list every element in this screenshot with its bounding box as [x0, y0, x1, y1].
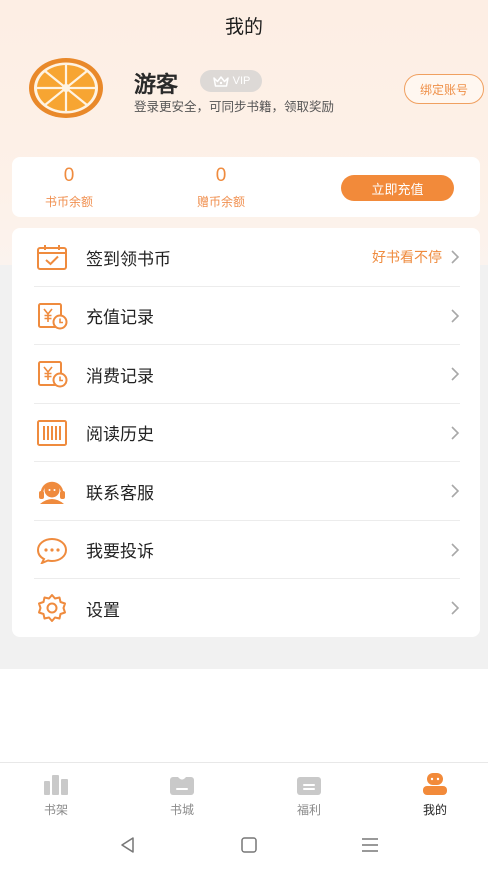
menu-item-label: 阅读历史: [86, 425, 154, 446]
coin-balance-value: 0: [63, 165, 75, 186]
chevron-right-icon: [451, 309, 460, 323]
back-triangle-icon[interactable]: [117, 834, 139, 856]
chat-bubble-icon: [34, 534, 70, 566]
tab-label: 福利: [296, 803, 321, 817]
headset-icon: [34, 475, 70, 507]
menu-list: 签到领书币 好书看不停 充值记录 消费记录 阅读历史 联系客服 我要投诉 设置: [12, 228, 480, 637]
menu-lines-icon[interactable]: [359, 834, 381, 856]
chevron-right-icon: [451, 250, 460, 264]
bottom-tab-bar: 书架 书城 福利 我的: [0, 762, 488, 822]
coin-balance[interactable]: 0 书币余额: [24, 165, 114, 210]
bind-account-button[interactable]: 绑定账号: [404, 74, 484, 104]
login-tagline: 登录更安全，可同步书籍，领取奖励: [134, 99, 335, 114]
recharge-button[interactable]: 立即充值: [341, 175, 454, 201]
orange-avatar-icon: [29, 58, 103, 118]
tab-label: 书架: [43, 803, 68, 817]
chevron-right-icon: [451, 484, 460, 498]
home-square-icon[interactable]: [238, 834, 260, 856]
menu-item-label: 联系客服: [86, 483, 154, 504]
menu-item-label: 消费记录: [86, 366, 154, 387]
page-title: 我的: [224, 16, 263, 38]
tab-welfare[interactable]: 福利: [279, 771, 339, 818]
crown-icon: [212, 75, 229, 87]
tab-bookstore[interactable]: 书城: [152, 771, 212, 818]
chevron-right-icon: [451, 543, 460, 557]
chevron-right-icon: [451, 601, 460, 615]
yen-clock-icon: [34, 300, 70, 332]
menu-item-complaint[interactable]: 我要投诉: [34, 521, 460, 580]
balance-card: 0 书币余额 0 赠币余额 立即充值: [12, 157, 480, 217]
menu-item-label: 设置: [86, 600, 120, 621]
avatar[interactable]: [28, 57, 104, 119]
menu-item-hint: 好书看不停: [372, 250, 442, 267]
menu-item-customer-service[interactable]: 联系客服: [34, 462, 460, 521]
tab-bookshelf[interactable]: 书架: [26, 771, 86, 818]
menu-item-label: 我要投诉: [86, 542, 154, 563]
menu-item-label: 签到领书币: [86, 249, 171, 270]
menu-item-recharge-records[interactable]: 充值记录: [34, 287, 460, 346]
gift-balance[interactable]: 0 赠币余额: [176, 165, 266, 210]
gift-balance-label: 赠币余额: [196, 195, 245, 209]
gear-icon: [34, 592, 70, 624]
menu-item-checkin[interactable]: 签到领书币 好书看不停: [34, 228, 460, 287]
coin-balance-label: 书币余额: [44, 195, 93, 209]
profile-icon: [405, 771, 465, 795]
menu-item-spending-records[interactable]: 消费记录: [34, 345, 460, 404]
calendar-check-icon: [34, 241, 70, 273]
tab-label: 书城: [169, 803, 194, 817]
yen-clock-icon: [34, 358, 70, 390]
vip-badge[interactable]: VIP: [200, 70, 262, 92]
tab-profile[interactable]: 我的: [405, 771, 465, 818]
menu-item-label: 充值记录: [86, 308, 154, 329]
menu-item-settings[interactable]: 设置: [34, 579, 460, 638]
chevron-right-icon: [451, 367, 460, 381]
chevron-right-icon: [451, 426, 460, 440]
store-icon: [152, 771, 212, 795]
nickname: 游客: [134, 73, 179, 98]
gift-icon: [279, 771, 339, 795]
header-background: [0, 0, 488, 265]
menu-item-reading-history[interactable]: 阅读历史: [34, 404, 460, 463]
tab-label: 我的: [422, 803, 447, 817]
book-stack-icon: [34, 417, 70, 449]
bookshelf-icon: [26, 771, 86, 795]
vip-label: VIP: [232, 75, 251, 87]
gift-balance-value: 0: [215, 165, 227, 186]
system-navigation-bar: [0, 822, 488, 869]
